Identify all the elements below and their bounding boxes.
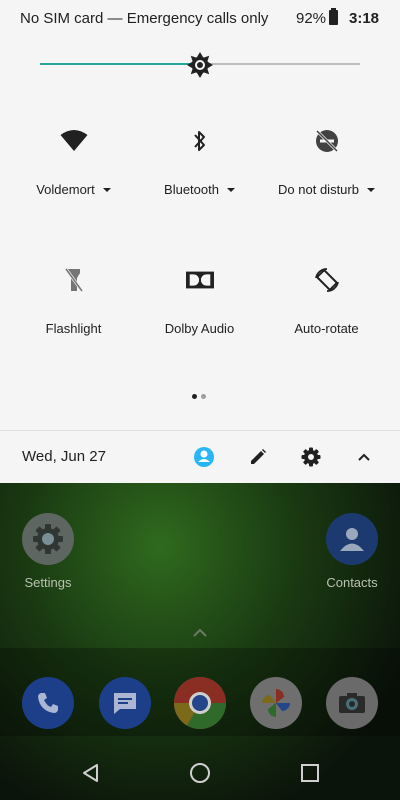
phone-icon[interactable] [22,677,74,729]
tile-wifi-label: Voldemort [36,182,95,197]
tile-dolby-audio[interactable]: Dolby Audio [133,266,266,336]
tile-wifi[interactable]: Voldemort [7,127,140,197]
battery-percent: 92% [296,10,327,27]
gear-icon [22,513,74,565]
app-contacts-label: Contacts [326,575,378,590]
brightness-slider[interactable] [40,51,360,79]
carrier-status: No SIM card — Emergency calls only [20,10,269,27]
page-indicator [192,394,206,399]
chrome-icon[interactable] [174,677,226,729]
status-bar: No SIM card — Emergency calls only 92% 3… [0,0,400,36]
tile-auto-rotate[interactable]: Auto-rotate [260,266,393,336]
tile-auto-rotate-label: Auto-rotate [294,321,359,336]
app-settings[interactable]: Settings [8,513,88,590]
camera-icon[interactable] [326,677,378,729]
page-dot [201,394,206,399]
do-not-disturb-icon [313,127,341,155]
brightness-icon[interactable] [186,51,214,79]
tile-bluetooth-label: Bluetooth [164,182,219,197]
auto-rotate-icon [313,266,341,294]
user-icon[interactable] [192,445,216,469]
quick-settings-footer: Wed, Jun 27 [0,430,400,483]
photos-icon[interactable] [250,677,302,729]
clock: 3:18 [349,10,380,27]
home-screen: Settings Contacts [0,483,400,800]
bluetooth-icon [186,127,214,155]
dropdown-caret-icon[interactable] [226,187,235,192]
dropdown-caret-icon[interactable] [102,187,111,192]
tile-do-not-disturb[interactable]: Do not disturb [260,127,393,197]
back-icon[interactable] [79,762,101,784]
recents-icon[interactable] [299,762,321,784]
dock [0,648,400,736]
tile-dnd-label: Do not disturb [278,182,359,197]
messages-icon[interactable] [99,677,151,729]
page-dot-active [192,394,197,399]
settings-icon[interactable] [299,445,323,469]
tile-flashlight-label: Flashlight [45,321,102,336]
dolby-icon [185,266,214,294]
app-drawer-chevron-icon[interactable] [192,625,208,643]
tile-bluetooth[interactable]: Bluetooth [133,127,266,197]
edit-icon[interactable] [246,445,270,469]
home-icon[interactable] [189,762,211,784]
dropdown-caret-icon[interactable] [366,187,375,192]
collapse-icon[interactable] [352,445,376,469]
wifi-icon [60,127,88,155]
brightness-fill [40,63,200,65]
app-settings-label: Settings [24,575,72,590]
flashlight-icon [60,266,88,294]
tile-flashlight[interactable]: Flashlight [7,266,140,336]
contacts-icon [326,513,378,565]
tile-dolby-label: Dolby Audio [164,321,235,336]
navigation-bar [0,736,400,800]
quick-settings-panel: No SIM card — Emergency calls only 92% 3… [0,0,400,483]
app-contacts[interactable]: Contacts [312,513,392,590]
battery-icon [329,8,338,25]
date-label: Wed, Jun 27 [22,448,106,465]
